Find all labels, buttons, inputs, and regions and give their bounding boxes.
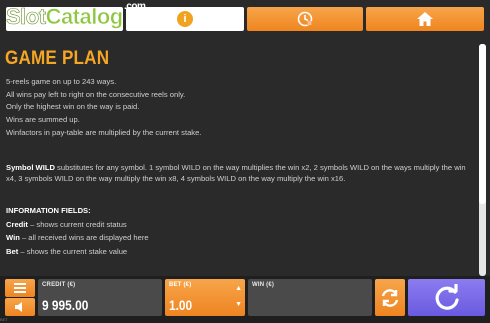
bet-panel: BET (€) 1.00 ▲ ▼ xyxy=(165,279,245,316)
logo-com: .com xyxy=(124,1,146,12)
sound-button[interactable] xyxy=(5,298,35,316)
speaker-icon xyxy=(15,302,22,312)
tab-home[interactable] xyxy=(366,7,484,31)
rules-list: 5-reels game on up to 243 ways. All wins… xyxy=(6,76,201,140)
field-item: Credit – shows current credit status xyxy=(6,218,149,232)
wild-description: Symbol WILD substitutes for any symbol. … xyxy=(6,162,474,184)
menu-button[interactable] xyxy=(5,279,35,297)
home-icon xyxy=(417,12,433,26)
spin-button[interactable] xyxy=(408,279,485,316)
bet-value: 1.00 xyxy=(169,297,193,313)
rule-line: Only the highest win on the way is paid. xyxy=(6,102,140,112)
field-label: Credit xyxy=(6,219,28,229)
tab-history[interactable] xyxy=(247,7,363,31)
logo-catalog: Catalog xyxy=(45,4,123,29)
rule-line: All wins pay left to right on the consec… xyxy=(6,89,186,99)
field-label: Win xyxy=(6,233,20,242)
bet-tag: BET xyxy=(0,317,8,322)
bet-decrease-icon[interactable]: ▼ xyxy=(235,301,242,308)
field-text: – all received wins are displayed here xyxy=(19,233,149,242)
field-item: Bet – shows the current stake value xyxy=(6,245,149,259)
bet-increase-icon[interactable]: ▲ xyxy=(235,285,242,292)
field-label: Bet xyxy=(6,246,19,256)
bet-label: BET (€) xyxy=(169,282,192,288)
page-title: GAME PLAN xyxy=(5,48,110,69)
info-content: GAME PLAN 5-reels game on up to 243 ways… xyxy=(0,32,478,276)
field-text: – shows the current stake value xyxy=(18,246,128,256)
win-label: WIN (€) xyxy=(252,282,275,288)
spin-icon xyxy=(435,283,459,310)
fields-heading: INFORMATION FIELDS: xyxy=(6,206,91,215)
menu-icon xyxy=(14,283,26,293)
field-item: Win – all received wins are displayed he… xyxy=(6,231,149,245)
autoplay-button[interactable] xyxy=(375,279,405,316)
scrollbar[interactable] xyxy=(479,44,486,276)
rule-line: Winfactors in pay-table are multiplied b… xyxy=(6,127,202,137)
wild-text: substitutes for any symbol. 1 symbol WIL… xyxy=(6,163,466,183)
rule-line: Wins are summed up. xyxy=(6,115,80,125)
field-text: – shows current credit status xyxy=(27,219,127,229)
logo-slot: Slot xyxy=(6,4,47,29)
credit-panel: CREDIT (€) 9 995.00 xyxy=(38,279,162,316)
wild-label: Symbol WILD xyxy=(6,163,55,172)
information-fields: INFORMATION FIELDS: Credit – shows curre… xyxy=(6,204,149,258)
watermark-logo: SlotCatalog .com xyxy=(6,2,146,29)
autoplay-icon xyxy=(381,288,399,307)
info-icon: i xyxy=(177,11,193,27)
top-bar: i SlotCatalog .com xyxy=(0,0,490,32)
credit-label: CREDIT (€) xyxy=(42,282,76,288)
history-icon xyxy=(297,11,313,27)
scrollbar-thumb[interactable] xyxy=(479,44,486,204)
rule-line: 5-reels game on up to 243 ways. xyxy=(6,77,117,86)
credit-value: 9 995.00 xyxy=(42,297,89,313)
win-panel: WIN (€) xyxy=(248,279,372,316)
